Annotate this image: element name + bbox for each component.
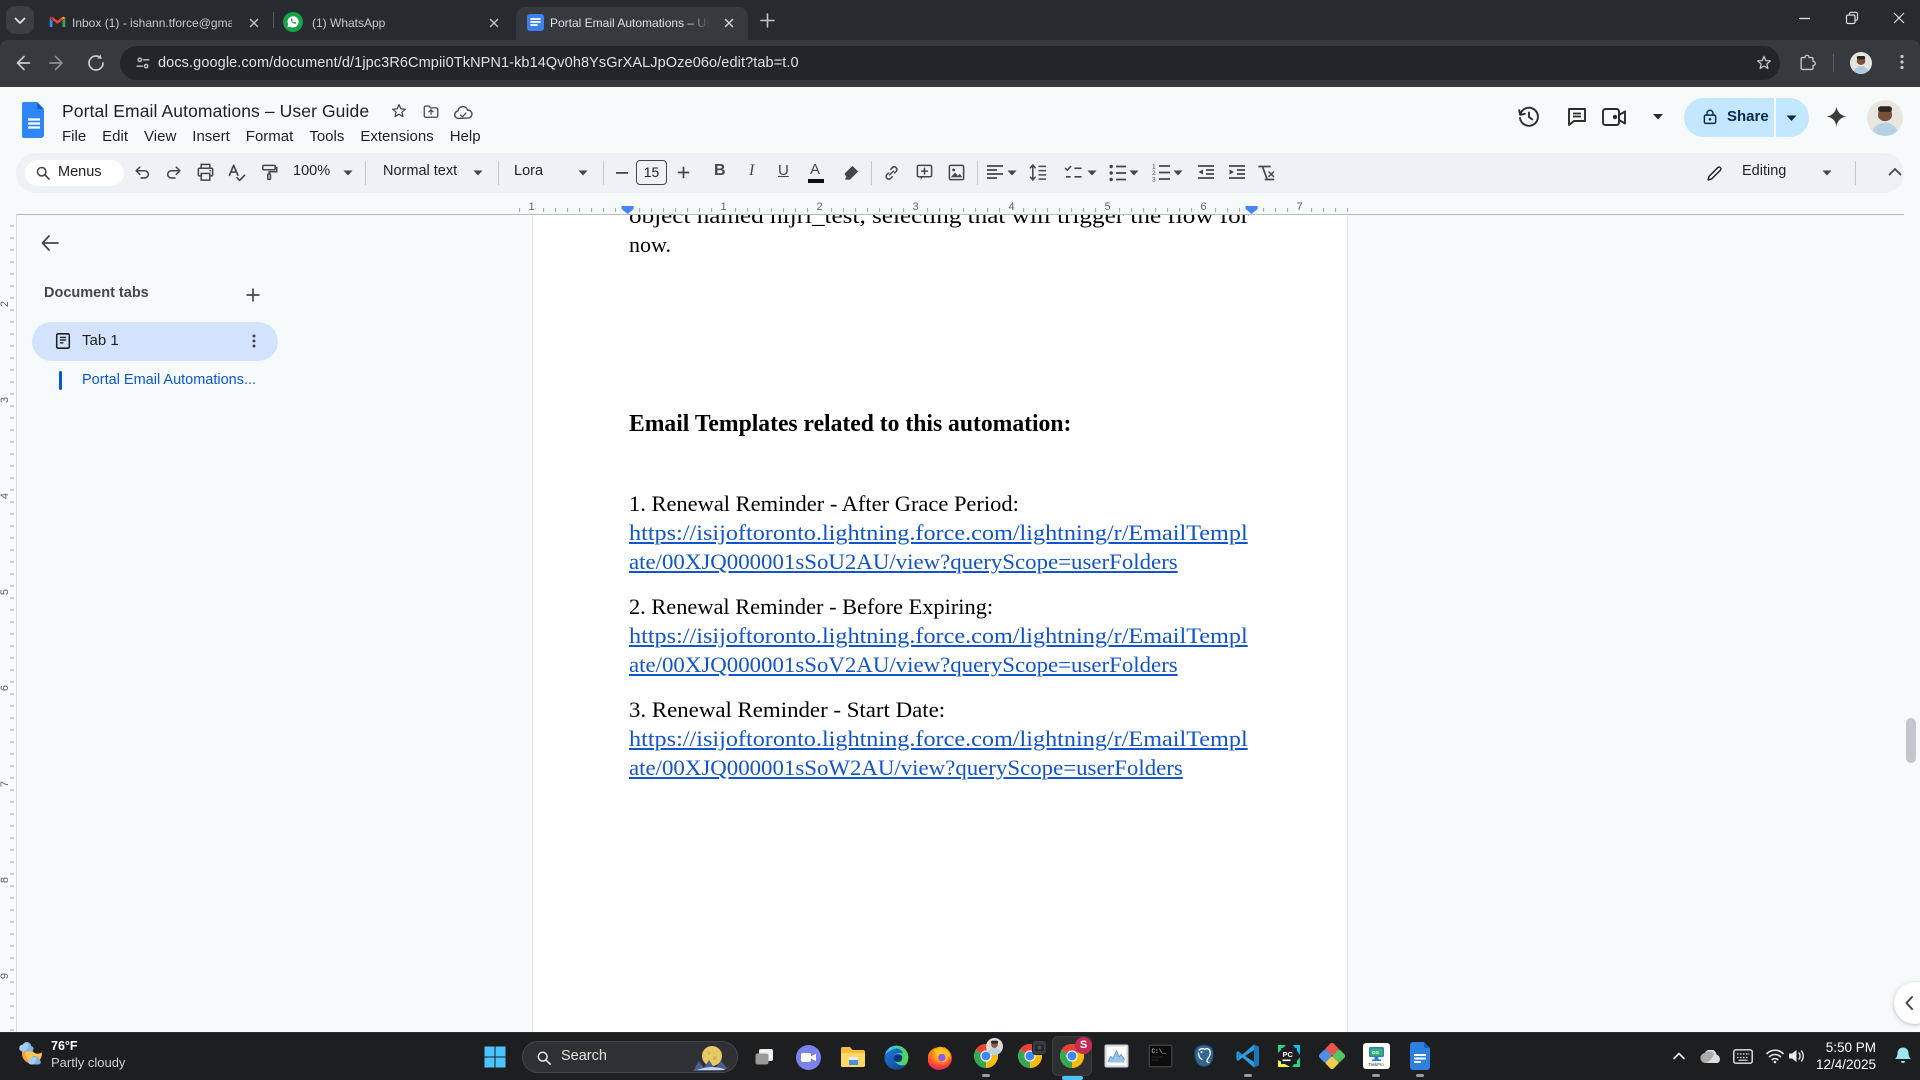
svg-text:1: 1 [529, 201, 535, 213]
svg-text:6: 6 [1201, 201, 1207, 213]
svg-text:7: 7 [1297, 201, 1303, 213]
svg-text:4: 4 [0, 493, 11, 499]
svg-text:3: 3 [0, 397, 11, 403]
svg-text:3: 3 [1152, 177, 1156, 183]
svg-text:1: 1 [721, 201, 727, 213]
svg-text:4: 4 [1009, 201, 1015, 213]
svg-text:7: 7 [0, 781, 11, 787]
svg-text:2: 2 [0, 301, 11, 307]
svg-text:PC: PC [1283, 1050, 1294, 1059]
svg-text:GG: GG [1372, 1050, 1380, 1055]
svg-text:2: 2 [817, 201, 823, 213]
svg-text:5: 5 [1105, 201, 1111, 213]
svg-text:8: 8 [0, 877, 11, 883]
svg-text:C:\_: C:\_ [1152, 1048, 1167, 1055]
svg-text:TaskPro: TaskPro [1369, 1062, 1385, 1067]
svg-text:6: 6 [0, 685, 11, 691]
svg-text:9: 9 [0, 973, 11, 979]
svg-text:5: 5 [0, 589, 11, 595]
svg-text:3: 3 [913, 201, 919, 213]
